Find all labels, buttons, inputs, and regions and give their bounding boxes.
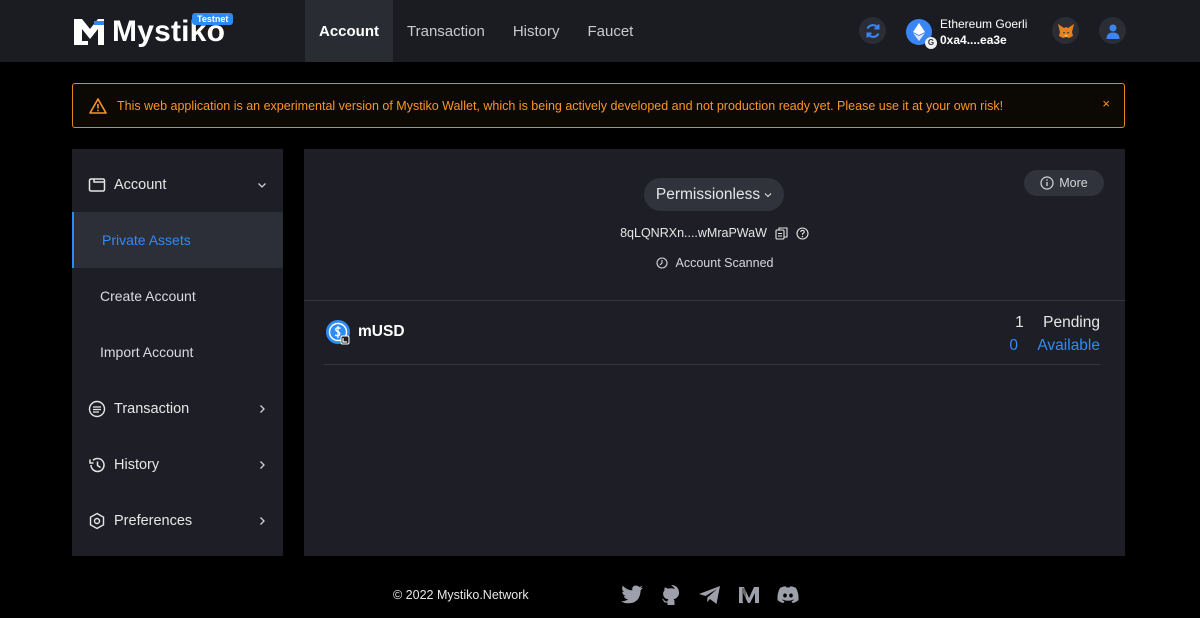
sidebar-item-history[interactable]: History — [72, 437, 283, 493]
transaction-icon — [88, 400, 106, 418]
twitter-icon[interactable] — [620, 584, 644, 606]
nav-faucet[interactable]: Faucet — [573, 0, 647, 62]
chevron-right-icon — [260, 461, 265, 469]
footer-copyright: © 2022 Mystiko.Network — [393, 588, 529, 602]
discord-icon[interactable] — [776, 584, 800, 606]
telegram-icon[interactable] — [698, 584, 722, 606]
wallet-address: 0xa4....ea3e — [940, 33, 1007, 47]
pending-label: Pending — [1043, 313, 1100, 331]
chevron-right-icon — [260, 517, 265, 525]
github-icon[interactable] — [659, 584, 683, 606]
sidebar-item-private-assets[interactable]: Private Assets — [72, 212, 283, 268]
sidebar-item-label: History — [114, 457, 160, 473]
asset-row[interactable]: mUSD 1 Pending 0 Available — [324, 309, 1100, 365]
copy-icon[interactable] — [775, 226, 788, 240]
warning-icon — [89, 97, 107, 114]
scan-status: Account Scanned — [304, 256, 1125, 270]
sidebar: Account Private Assets Create Account Im… — [72, 149, 283, 556]
mode-dropdown[interactable]: Permissionless — [644, 178, 784, 211]
scan-status-text: Account Scanned — [675, 256, 774, 270]
social-links — [620, 584, 815, 606]
chevron-right-icon — [260, 405, 265, 413]
medium-icon[interactable] — [737, 584, 761, 606]
mode-label: Permissionless — [655, 185, 761, 203]
sidebar-item-label: Transaction — [114, 401, 190, 417]
network-name: Ethereum Goerli — [940, 17, 1028, 31]
account-summary: Permissionless More 8qLQNRXn....wMraPWaW — [304, 149, 1125, 301]
help-icon[interactable] — [796, 226, 809, 240]
metamask-fox-icon — [1057, 23, 1074, 38]
warning-text: This web application is an experimental … — [117, 98, 1004, 113]
goerli-badge: G — [925, 37, 937, 49]
experimental-warning-banner: This web application is an experimental … — [72, 83, 1125, 128]
sidebar-item-label: Private Assets — [102, 232, 191, 248]
chevron-down-icon — [764, 192, 772, 197]
asset-balances: 1 Pending 0 Available — [1009, 311, 1100, 357]
user-icon — [1106, 24, 1119, 39]
nav-history[interactable]: History — [499, 0, 574, 62]
refresh-icon — [866, 23, 879, 38]
wallet-icon — [88, 178, 106, 192]
main-nav: Account Transaction History Faucet — [305, 0, 647, 62]
pending-amount: 1 — [1015, 313, 1024, 331]
clock-icon — [655, 257, 668, 269]
nav-transaction[interactable]: Transaction — [393, 0, 499, 62]
history-icon — [89, 457, 105, 473]
profile-button[interactable] — [1099, 17, 1126, 44]
testnet-badge: Testnet — [192, 13, 234, 25]
available-amount: 0 — [1009, 336, 1018, 354]
sidebar-item-create-account[interactable]: Create Account — [72, 268, 283, 324]
top-header: Mystiko Testnet Account Transaction Hist… — [0, 0, 1200, 62]
private-assets-panel: Permissionless More 8qLQNRXn....wMraPWaW — [304, 149, 1125, 556]
more-button[interactable]: More — [1024, 170, 1104, 196]
settings-hexagon-icon — [89, 512, 105, 530]
sidebar-item-label: Preferences — [114, 513, 193, 529]
available-label: Available — [1037, 336, 1100, 354]
nav-account[interactable]: Account — [305, 0, 393, 62]
sidebar-item-import-account[interactable]: Import Account — [72, 324, 283, 380]
pending-balance: 1 Pending — [1009, 311, 1100, 334]
account-address-row: 8qLQNRXn....wMraPWaW — [304, 226, 1125, 240]
ethereum-icon: G — [906, 19, 937, 49]
available-balance: 0 Available — [1009, 334, 1100, 357]
more-label: More — [1059, 176, 1088, 190]
asset-symbol: mUSD — [358, 323, 405, 340]
sidebar-item-transaction[interactable]: Transaction — [72, 381, 283, 437]
sidebar-item-label: Create Account — [100, 288, 196, 304]
metamask-button[interactable] — [1052, 17, 1079, 44]
musd-token-icon — [326, 320, 350, 345]
account-address: 8qLQNRXn....wMraPWaW — [620, 226, 767, 240]
close-warning-button[interactable]: × — [1102, 96, 1110, 111]
sidebar-item-label: Account — [114, 177, 167, 193]
sidebar-item-label: Import Account — [100, 344, 194, 360]
info-icon — [1040, 176, 1054, 190]
chevron-down-icon — [258, 183, 266, 188]
sidebar-item-preferences[interactable]: Preferences — [72, 493, 283, 549]
network-selector[interactable]: G Ethereum Goerli 0xa4....ea3e — [906, 14, 1027, 50]
mystiko-logo-icon — [74, 19, 104, 45]
refresh-button[interactable] — [859, 17, 886, 44]
sidebar-item-account[interactable]: Account — [72, 157, 283, 213]
